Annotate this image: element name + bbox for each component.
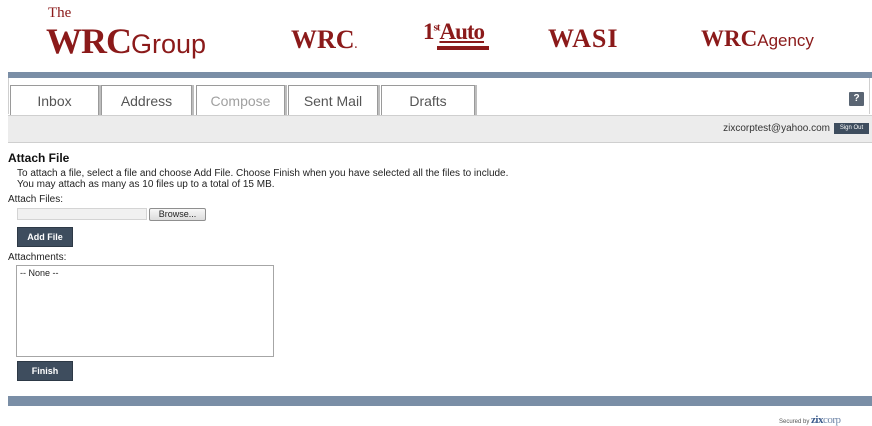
corp-word: corp [822,414,841,426]
wasi-logo: WASI [548,24,619,53]
attach-file-heading: Attach File [8,151,70,165]
attachment-option[interactable]: -- None -- [20,268,59,278]
first-auto-word: Auto [439,19,485,44]
attachments-label: Attachments: [8,252,67,263]
logo-wrc: WRC [46,21,132,61]
user-email: zixcorptest@yahoo.com [723,123,830,134]
logo-the: The [48,5,72,21]
wrc-logo-text: WRC [291,25,355,54]
tab-inbox[interactable]: Inbox [10,85,99,116]
wrc-agency-logo: WRCAgency [701,26,814,52]
secured-by-zixcorp: Secured by zixcorp [779,414,841,426]
footer-divider-bar [8,396,872,406]
first-auto-number: 1 [423,19,434,44]
sign-out-button[interactable]: Sign Out [834,123,869,134]
logo-banner: The WRCGroup WRC. 1stAuto WASI WRCAgency [0,0,872,70]
tab-address[interactable]: Address [101,85,192,116]
secured-by-text: Secured by [779,419,810,425]
agency-logo-word: Agency [757,31,814,50]
finish-button[interactable]: Finish [17,361,73,381]
wrc-group-logo: The WRCGroup [46,6,206,62]
wrc-logo-mark: . [354,40,358,51]
logo-group: Group [131,29,207,59]
zixcorp-logo: zixcorp [811,414,841,426]
tab-drafts[interactable]: Drafts [381,85,475,116]
attach-instruction: To attach a file, select a file and choo… [17,168,509,179]
zix-word: zix [811,414,823,426]
agency-logo-wrc: WRC [701,26,758,51]
add-file-button[interactable]: Add File [17,227,73,247]
user-bar: zixcorptest@yahoo.com Sign Out [8,115,872,143]
wrc-logo: WRC. [291,25,357,55]
tab-sent-mail[interactable]: Sent Mail [288,85,378,116]
first-auto-underbar [437,46,489,50]
help-button[interactable]: ? [849,92,864,106]
file-path-input[interactable] [17,208,147,220]
tab-compose[interactable]: Compose [196,85,285,116]
browse-button[interactable]: Browse... [149,208,206,221]
attach-limit-note: You may attach as many as 10 files up to… [17,179,275,190]
first-auto-logo: 1stAuto [423,19,489,51]
attach-files-label: Attach Files: [8,194,64,205]
attachments-listbox[interactable]: -- None -- [16,265,274,357]
